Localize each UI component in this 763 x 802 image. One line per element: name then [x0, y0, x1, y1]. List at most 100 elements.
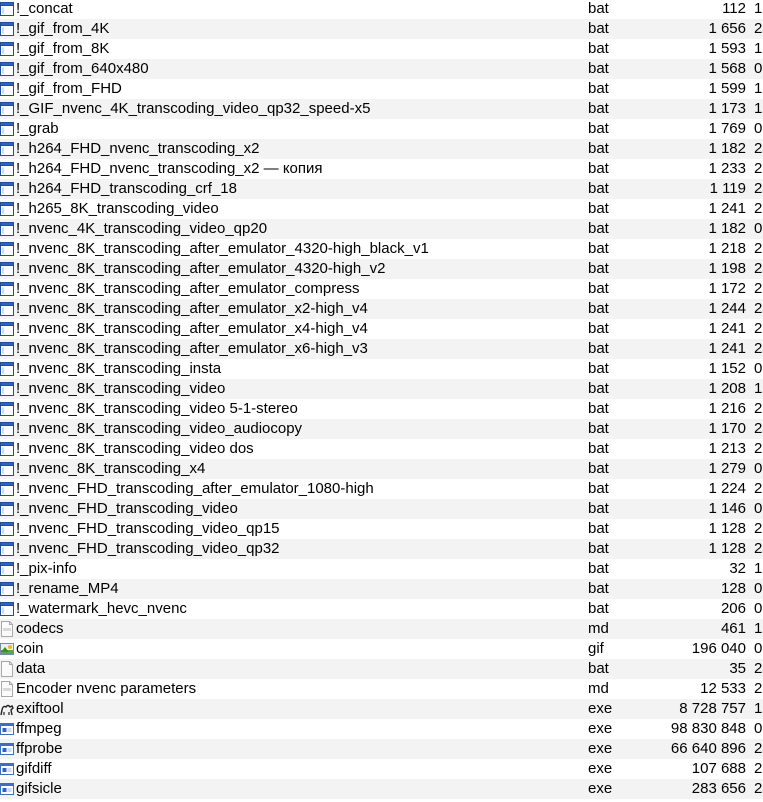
file-type: bat [588, 280, 609, 297]
file-row[interactable]: exiftool exe 8 728 757 1 [0, 699, 763, 719]
file-size: 1 769 [708, 120, 746, 137]
file-row[interactable]: !_nvenc_FHD_transcoding_video bat 1 146 … [0, 499, 763, 519]
file-row[interactable]: !_rename_MP4 bat 128 0 [0, 579, 763, 599]
bat-file-icon [0, 261, 14, 277]
file-type: exe [588, 700, 613, 717]
file-date-clipped: 2 [754, 760, 763, 777]
file-row[interactable]: !_concat bat 112 1 [0, 0, 763, 19]
file-date-clipped: 2 [754, 260, 763, 277]
file-name: codecs [16, 620, 64, 637]
blank-file-icon [0, 661, 14, 677]
file-size: 1 241 [708, 340, 746, 357]
file-row[interactable]: !_h265_8K_transcoding_video bat 1 241 2 [0, 199, 763, 219]
file-row[interactable]: ffmpeg exe 98 830 848 0 [0, 719, 763, 739]
file-row[interactable]: Encoder nvenc parameters md 12 533 2 [0, 679, 763, 699]
exiftool-camel-icon [0, 701, 14, 717]
file-name: !_gif_from_4K [16, 20, 110, 37]
file-row[interactable]: !_nvenc_8K_transcoding_video dos bat 1 2… [0, 439, 763, 459]
file-date-clipped: 0 [754, 720, 763, 737]
file-row[interactable]: !_nvenc_8K_transcoding_after_emulator_43… [0, 259, 763, 279]
file-date-clipped: 2 [754, 300, 763, 317]
file-type: bat [588, 20, 609, 37]
file-date-clipped: 1 [754, 80, 763, 97]
file-row[interactable]: data bat 35 2 [0, 659, 763, 679]
file-size: 283 656 [691, 780, 746, 797]
file-row[interactable]: !_grab bat 1 769 0 [0, 119, 763, 139]
file-row[interactable]: !_nvenc_FHD_transcoding_video_qp15 bat 1… [0, 519, 763, 539]
file-type: bat [588, 0, 609, 17]
file-name: !_nvenc_8K_transcoding_after_emulator_co… [16, 280, 360, 297]
file-row[interactable]: !_h264_FHD_transcoding_crf_18 bat 1 119 … [0, 179, 763, 199]
file-date-clipped: 2 [754, 540, 763, 557]
file-row[interactable]: !_nvenc_8K_transcoding_video_audiocopy b… [0, 419, 763, 439]
file-name: !_h264_FHD_nvenc_transcoding_x2 [16, 140, 260, 157]
file-row[interactable]: !_h264_FHD_nvenc_transcoding_x2 — копия … [0, 159, 763, 179]
file-row[interactable]: !_watermark_hevc_nvenc bat 206 0 [0, 599, 763, 619]
file-type: bat [588, 200, 609, 217]
file-row[interactable]: gifdiff exe 107 688 2 [0, 759, 763, 779]
file-row[interactable]: !_nvenc_8K_transcoding_after_emulator_x6… [0, 339, 763, 359]
file-size: 35 [729, 660, 746, 677]
file-size: 112 [722, 0, 746, 17]
file-row[interactable]: !_gif_from_640x480 bat 1 568 0 [0, 59, 763, 79]
file-row[interactable]: !_nvenc_4K_transcoding_video_qp20 bat 1 … [0, 219, 763, 239]
file-name: !_nvenc_8K_transcoding_after_emulator_x6… [16, 340, 368, 357]
file-date-clipped: 1 [754, 700, 763, 717]
file-type: bat [588, 100, 609, 117]
bat-file-icon [0, 581, 14, 597]
file-date-clipped: 1 [754, 620, 763, 637]
file-row[interactable]: !_GIF_nvenc_4K_transcoding_video_qp32_sp… [0, 99, 763, 119]
file-row[interactable]: codecs md 461 1 [0, 619, 763, 639]
file-name: !_gif_from_640x480 [16, 60, 149, 77]
file-name: !_nvenc_8K_transcoding_after_emulator_x4… [16, 320, 368, 337]
file-name: ffprobe [16, 740, 63, 757]
bat-file-icon [0, 561, 14, 577]
file-size: 1 119 [709, 180, 746, 197]
file-size: 1 152 [708, 360, 746, 377]
file-row[interactable]: !_gif_from_4K bat 1 656 2 [0, 19, 763, 39]
file-date-clipped: 2 [754, 520, 763, 537]
file-date-clipped: 2 [754, 480, 763, 497]
bat-file-icon [0, 301, 14, 317]
file-row[interactable]: !_pix-info bat 32 1 [0, 559, 763, 579]
file-row[interactable]: !_nvenc_8K_transcoding_after_emulator_x2… [0, 299, 763, 319]
file-row[interactable]: !_nvenc_8K_transcoding_video 5-1-stereo … [0, 399, 763, 419]
file-row[interactable]: ffprobe exe 66 640 896 2 [0, 739, 763, 759]
file-date-clipped: 0 [754, 460, 763, 477]
file-name: !_nvenc_8K_transcoding_insta [16, 360, 222, 377]
bat-file-icon [0, 101, 14, 117]
bat-file-icon [0, 61, 14, 77]
file-type: gif [588, 640, 604, 657]
file-row[interactable]: !_nvenc_FHD_transcoding_after_emulator_1… [0, 479, 763, 499]
file-row[interactable]: !_nvenc_8K_transcoding_video bat 1 208 1 [0, 379, 763, 399]
file-date-clipped: 2 [754, 740, 763, 757]
file-row[interactable]: !_nvenc_8K_transcoding_insta bat 1 152 0 [0, 359, 763, 379]
exe-app-icon [0, 761, 14, 777]
bat-file-icon [0, 41, 14, 57]
file-date-clipped: 2 [754, 180, 763, 197]
file-row[interactable]: !_gif_from_FHD bat 1 599 1 [0, 79, 763, 99]
file-name: ffmpeg [16, 720, 62, 737]
file-row[interactable]: !_gif_from_8K bat 1 593 1 [0, 39, 763, 59]
file-row[interactable]: !_nvenc_FHD_transcoding_video_qp32 bat 1… [0, 539, 763, 559]
md-file-icon [0, 621, 14, 637]
file-size: 1 233 [708, 160, 746, 177]
bat-file-icon [0, 281, 14, 297]
file-row[interactable]: coin gif 196 040 0 [0, 639, 763, 659]
bat-file-icon [0, 521, 14, 537]
file-date-clipped: 2 [754, 660, 763, 677]
file-row[interactable]: !_h264_FHD_nvenc_transcoding_x2 bat 1 18… [0, 139, 763, 159]
file-row[interactable]: gifsicle exe 283 656 2 [0, 779, 763, 799]
file-row[interactable]: !_nvenc_8K_transcoding_after_emulator_x4… [0, 319, 763, 339]
file-size: 1 279 [708, 460, 746, 477]
file-type: bat [588, 660, 609, 677]
file-name: gifsicle [16, 780, 62, 797]
file-date-clipped: 1 [754, 560, 763, 577]
file-row[interactable]: !_nvenc_8K_transcoding_after_emulator_co… [0, 279, 763, 299]
file-date-clipped: 2 [754, 20, 763, 37]
file-row[interactable]: !_nvenc_8K_transcoding_x4 bat 1 279 0 [0, 459, 763, 479]
file-name: !_h265_8K_transcoding_video [16, 200, 219, 217]
file-name: Encoder nvenc parameters [16, 680, 197, 697]
file-row[interactable]: !_nvenc_8K_transcoding_after_emulator_43… [0, 239, 763, 259]
file-type: bat [588, 160, 609, 177]
